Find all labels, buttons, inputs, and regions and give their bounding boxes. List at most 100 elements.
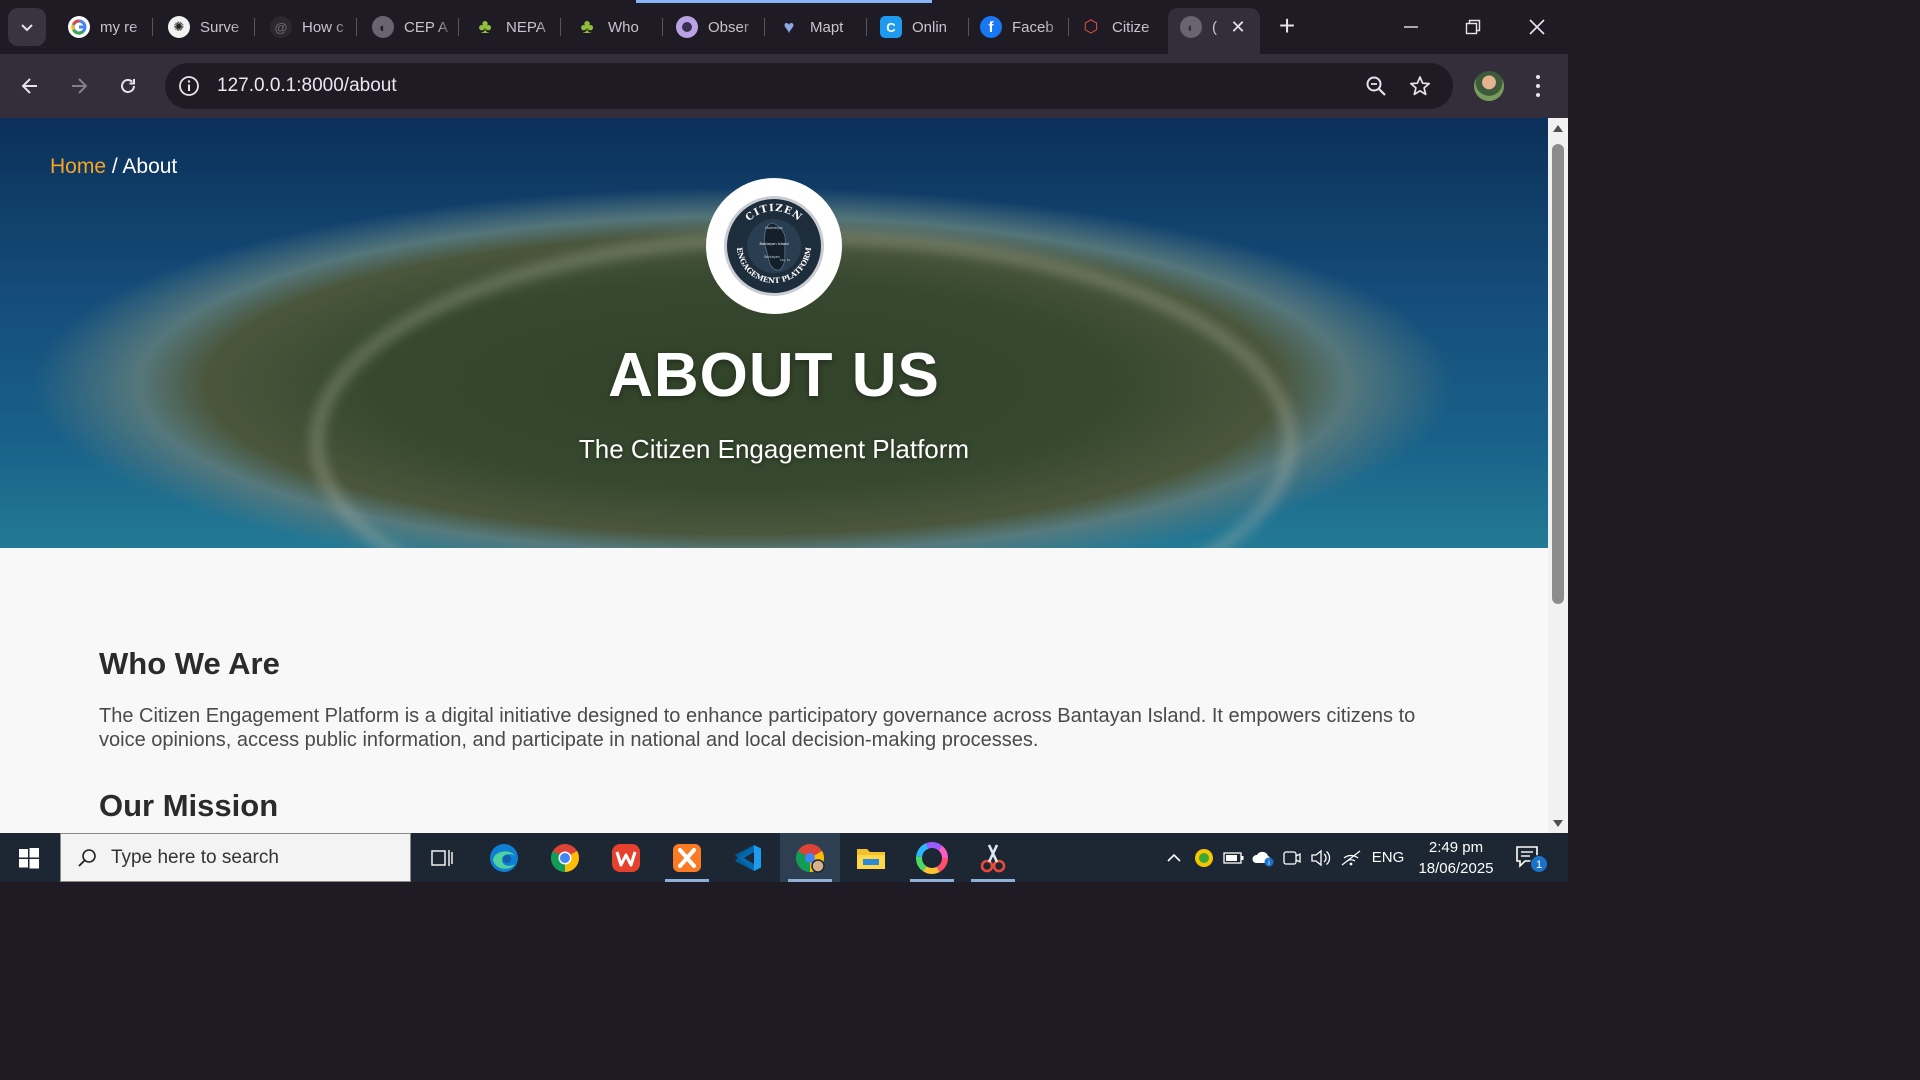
restore-button[interactable] <box>1450 10 1496 44</box>
wifi-icon[interactable] <box>1338 833 1364 882</box>
browser-menu-icon[interactable] <box>1526 72 1550 100</box>
logo-map-label: Madridejos <box>765 226 783 230</box>
breadcrumb-current: About <box>122 155 178 178</box>
tab-separator <box>764 18 765 36</box>
tab-title: Obser <box>708 18 749 36</box>
logo-map-label: Sta. Fe <box>780 258 790 262</box>
battery-icon[interactable] <box>1222 833 1246 882</box>
tab[interactable]: ⬡ Citize <box>1068 8 1166 46</box>
scroll-down-arrow-icon[interactable] <box>1553 820 1563 827</box>
tray-app-icon <box>1195 848 1213 867</box>
close-window-button[interactable] <box>1514 10 1560 44</box>
tab-search-button[interactable] <box>8 8 46 46</box>
openai-icon: ✺ <box>168 16 190 38</box>
input-language-indicator[interactable]: ENG <box>1370 833 1406 882</box>
taskbar-app-color-picker[interactable] <box>902 833 962 882</box>
taskbar-app-file-explorer[interactable] <box>841 833 901 882</box>
folder-icon <box>857 848 885 869</box>
taskbar-clock[interactable]: 2:49 pm 18/06/2025 <box>1414 837 1498 879</box>
reload-button[interactable] <box>110 68 146 104</box>
taskbar-app-xampp[interactable] <box>657 833 717 882</box>
tab[interactable]: @ How c <box>258 8 354 46</box>
tab[interactable]: ♣ NEPA <box>462 8 558 46</box>
tab[interactable]: C Onlin <box>868 8 966 46</box>
tab-title: ( <box>1212 18 1217 36</box>
taskbar-app-chrome[interactable] <box>535 833 595 882</box>
google-icon <box>68 16 90 38</box>
page-title: ABOUT US <box>608 341 940 410</box>
running-indicator <box>910 879 954 882</box>
onedrive-icon[interactable]: i <box>1250 833 1276 882</box>
tab-separator <box>254 18 255 36</box>
taskbar-app-snipping-tool[interactable] <box>963 833 1023 882</box>
star-icon <box>1409 76 1431 96</box>
info-icon[interactable] <box>177 74 201 98</box>
platform-logo: CITIZEN ENGAGEMENT PLATFORM Madridejos B… <box>706 178 842 314</box>
task-view-button[interactable] <box>412 833 472 882</box>
notification-center-button[interactable]: 1 <box>1512 841 1548 875</box>
new-tab-button[interactable]: + <box>1272 12 1302 42</box>
tab[interactable]: my re <box>56 8 152 46</box>
tab-title: Surve <box>200 18 240 36</box>
zoom-out-icon <box>1366 76 1386 96</box>
maptiler-icon: ♥ <box>783 16 795 37</box>
wps-office-icon <box>612 843 640 872</box>
taskbar-search-box[interactable]: Type here to search <box>60 833 411 882</box>
section-heading-who-we-are: Who We Are <box>99 646 280 681</box>
close-tab-icon[interactable]: ✕ <box>1228 17 1248 38</box>
restore-icon <box>1465 19 1481 35</box>
svg-text:i: i <box>1268 859 1270 867</box>
address-bar[interactable]: 127.0.0.1:8000/about <box>165 63 1453 109</box>
facebook-icon: f <box>980 16 1002 38</box>
tab-active[interactable]: ◐ ( ✕ <box>1168 8 1260 54</box>
bookmark-button[interactable] <box>1406 72 1434 100</box>
minimize-icon <box>1404 26 1418 28</box>
volume-icon[interactable] <box>1308 833 1334 882</box>
taskbar-app-chrome-active[interactable] <box>780 833 840 882</box>
tab[interactable]: ♥ Mapt <box>766 8 864 46</box>
arrow-right-icon <box>72 78 88 94</box>
africa-icon: ♣ <box>478 15 492 38</box>
tab-title: Mapt <box>810 18 844 36</box>
start-button[interactable] <box>0 833 58 882</box>
tab-title: Citize <box>1112 18 1150 36</box>
tab[interactable]: f Faceb <box>968 8 1066 46</box>
taskbar-app-edge[interactable] <box>474 833 534 882</box>
tab[interactable]: ♣ Who <box>564 8 660 46</box>
about-content: Who We Are The Citizen Engagement Platfo… <box>99 646 1429 824</box>
meet-now-icon[interactable] <box>1280 833 1304 882</box>
section-heading-our-mission: Our Mission <box>99 788 279 823</box>
breadcrumb-home-link[interactable]: Home <box>50 155 106 178</box>
minimize-button[interactable] <box>1388 10 1434 44</box>
chrome-icon <box>551 843 579 872</box>
breadcrumb-separator: / <box>106 155 123 178</box>
tab[interactable]: Obser <box>664 8 762 46</box>
scrollbar-thumb[interactable] <box>1552 144 1564 604</box>
url-text[interactable]: 127.0.0.1:8000/about <box>217 75 397 97</box>
task-view-icon <box>431 849 453 866</box>
tab[interactable]: ✺ Surve <box>156 8 252 46</box>
wifi-icon <box>1341 850 1361 865</box>
vertical-scrollbar[interactable] <box>1548 118 1568 833</box>
tab-separator <box>662 18 663 36</box>
xampp-icon <box>673 843 701 872</box>
running-indicator <box>788 879 832 882</box>
tab[interactable]: ◐ CEP A <box>360 8 456 46</box>
tray-app-icon[interactable] <box>1192 833 1216 882</box>
africa-icon: ♣ <box>580 15 594 38</box>
logo-seal: CITIZEN ENGAGEMENT PLATFORM Madridejos B… <box>724 196 824 296</box>
battery-icon <box>1223 851 1244 864</box>
profile-avatar[interactable] <box>1474 71 1504 101</box>
zoom-button[interactable] <box>1362 72 1390 100</box>
show-hidden-icons-button[interactable] <box>1162 833 1186 882</box>
running-indicator <box>971 879 1015 882</box>
forward-button[interactable] <box>61 68 97 104</box>
scroll-up-arrow-icon[interactable] <box>1553 125 1563 132</box>
chrome-profile-icon <box>796 843 825 873</box>
laravel-icon: ⬡ <box>1083 17 1099 36</box>
taskbar-app-vscode[interactable] <box>718 833 778 882</box>
back-button[interactable] <box>12 68 48 104</box>
taskbar-app-wps[interactable] <box>596 833 656 882</box>
tab-separator <box>866 18 867 36</box>
tab-loading-indicator <box>636 0 932 3</box>
